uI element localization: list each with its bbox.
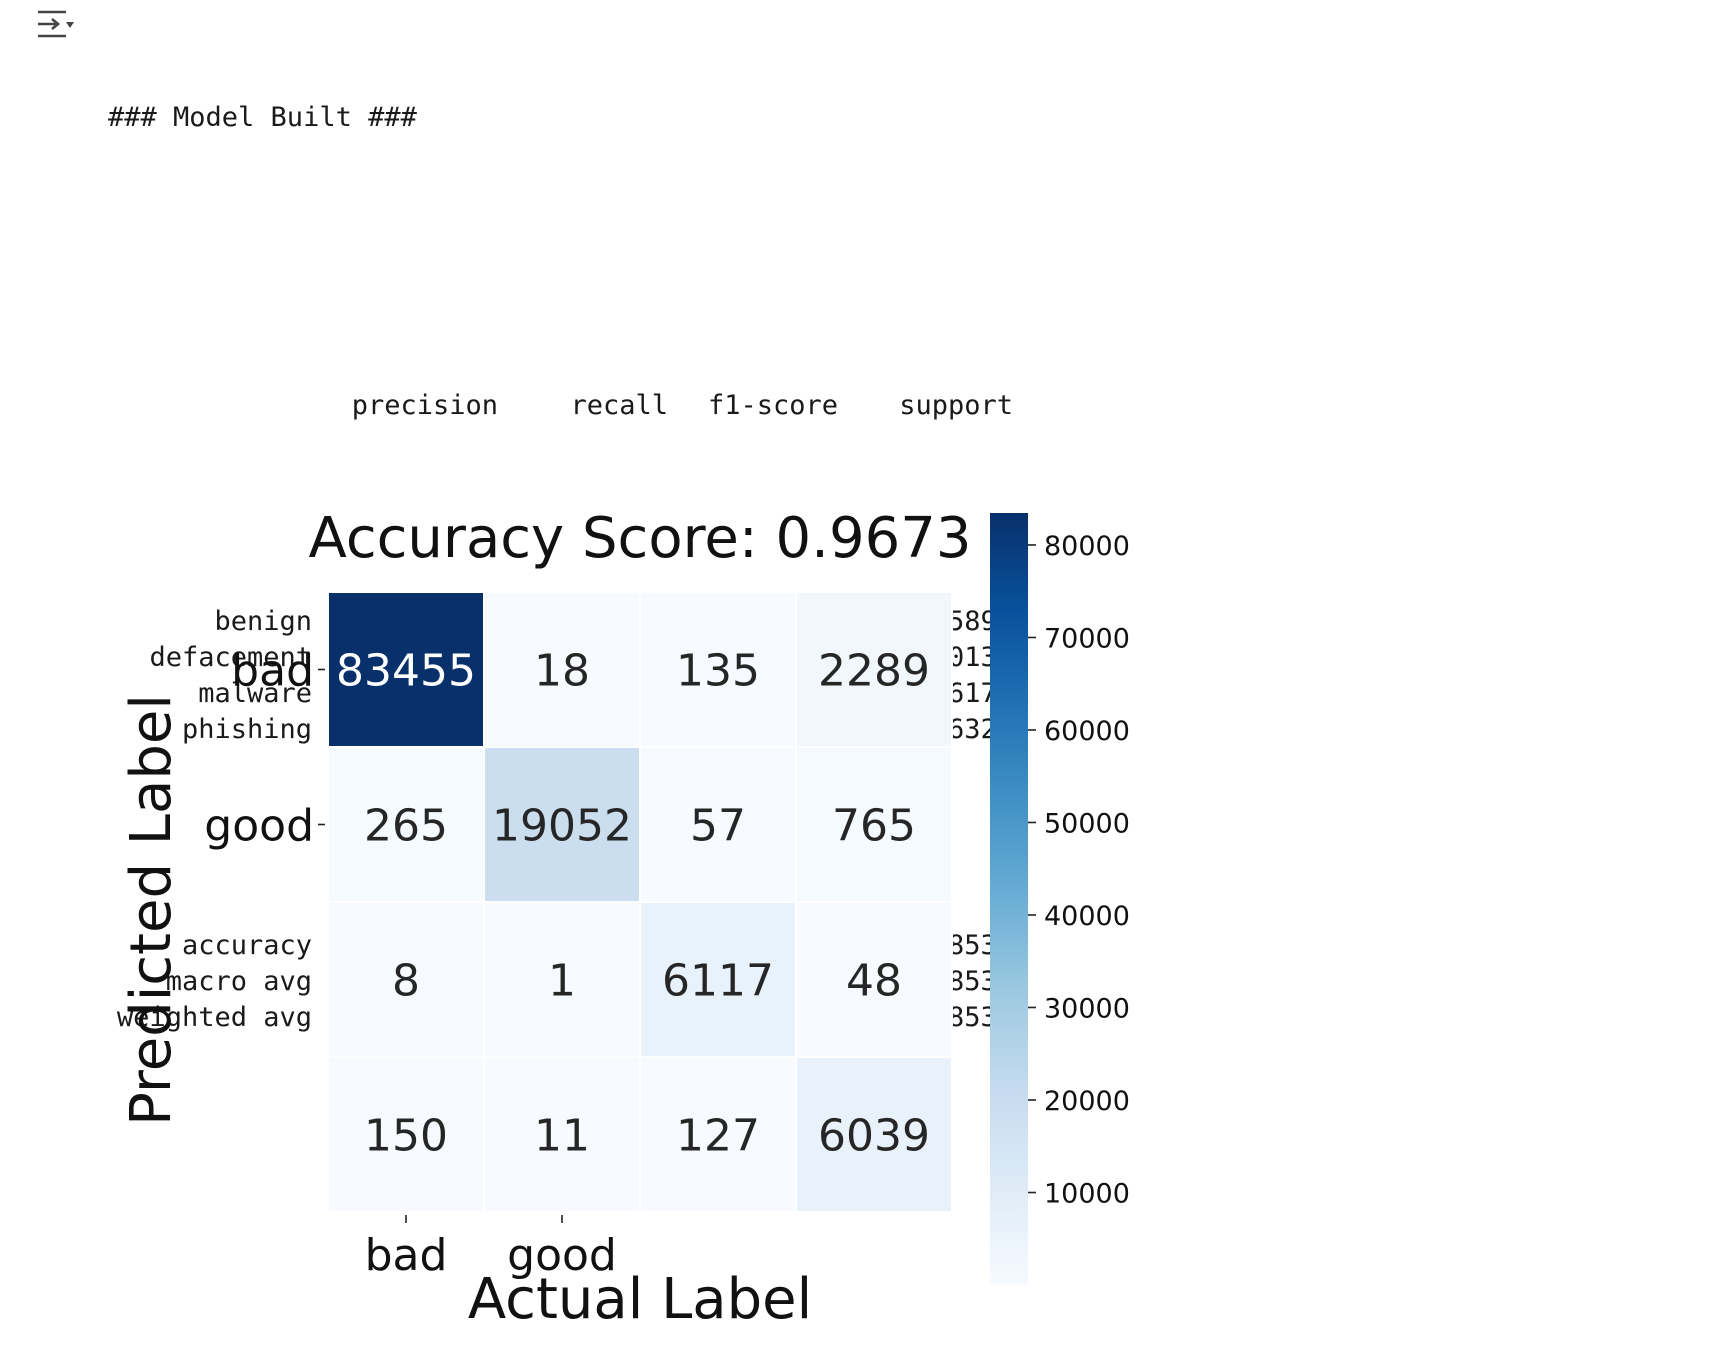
heatmap-cell-value: 127 [676, 1111, 760, 1162]
heatmap-cell-value: 18 [534, 646, 590, 697]
y-axis-ticks: bad good [204, 646, 325, 852]
heatmap-cell-value: 57 [690, 801, 746, 852]
confusion-matrix-svg: Accuracy Score: 0.9673 83455 18 135 2289265… [119, 506, 1130, 1332]
heatmap-cell-value: 11 [534, 1111, 590, 1162]
heatmap-cell-value: 2289 [818, 646, 930, 697]
colorbar-tick-label: 50000 [1044, 808, 1130, 839]
heatmap-cells: 83455 18 135 2289 265 19052 57 765 8 1 6117 48 150 11… [327, 591, 953, 1213]
colorbar-tick-label: 10000 [1044, 1179, 1130, 1210]
col-header-f1-score: f1-score [707, 390, 838, 421]
heatmap-cell-value: 265 [364, 801, 448, 852]
output-collapse-icon[interactable] [36, 8, 76, 44]
colorbar-tick-label: 20000 [1044, 1086, 1130, 1117]
colorbar-tick-label: 60000 [1044, 716, 1130, 747]
heatmap-cell-value: 6117 [662, 956, 774, 1007]
heatmap-cell-value: 6039 [818, 1111, 930, 1162]
col-header-precision: precision [351, 390, 498, 421]
output-header-title: ### Model Built ### [108, 102, 417, 133]
heatmap-cell-value: 1 [548, 956, 576, 1007]
x-axis-label: Actual Label [468, 1267, 812, 1332]
colorbar-tick-label: 40000 [1044, 901, 1130, 932]
colorbar: 10000 20000 30000 40000 50000 60000 70000 80000 [990, 513, 1130, 1285]
y-tick-label: good [204, 801, 314, 852]
chart-title: Accuracy Score: 0.9673 [309, 506, 972, 571]
heatmap-cell-value: 150 [364, 1111, 448, 1162]
colorbar-tick-label: 30000 [1044, 993, 1130, 1024]
heatmap-cell-value: 765 [832, 801, 916, 852]
x-tick-label: bad [365, 1230, 448, 1281]
heatmap-cell-value: 135 [676, 646, 760, 697]
colorbar-tick-label: 70000 [1044, 623, 1130, 654]
col-header-support: support [899, 390, 1013, 421]
heatmap-cell-value: 48 [846, 956, 902, 1007]
confusion-matrix-figure: Accuracy Score: 0.9673 83455 18 135 2289 265… [0, 500, 1200, 1342]
y-tick-label: bad [231, 646, 314, 697]
heatmap-cell-value: 83455 [336, 646, 476, 697]
y-axis-label: Predicted Label [119, 694, 184, 1126]
heatmap-cell-value: 19052 [492, 801, 632, 852]
col-header-recall: recall [570, 390, 668, 421]
heatmap-cell-value: 8 [392, 956, 420, 1007]
colorbar-tick-label: 80000 [1044, 531, 1130, 562]
colorbar-gradient [990, 513, 1028, 1285]
report-header-row: precision recall f1-score support [108, 388, 1013, 424]
